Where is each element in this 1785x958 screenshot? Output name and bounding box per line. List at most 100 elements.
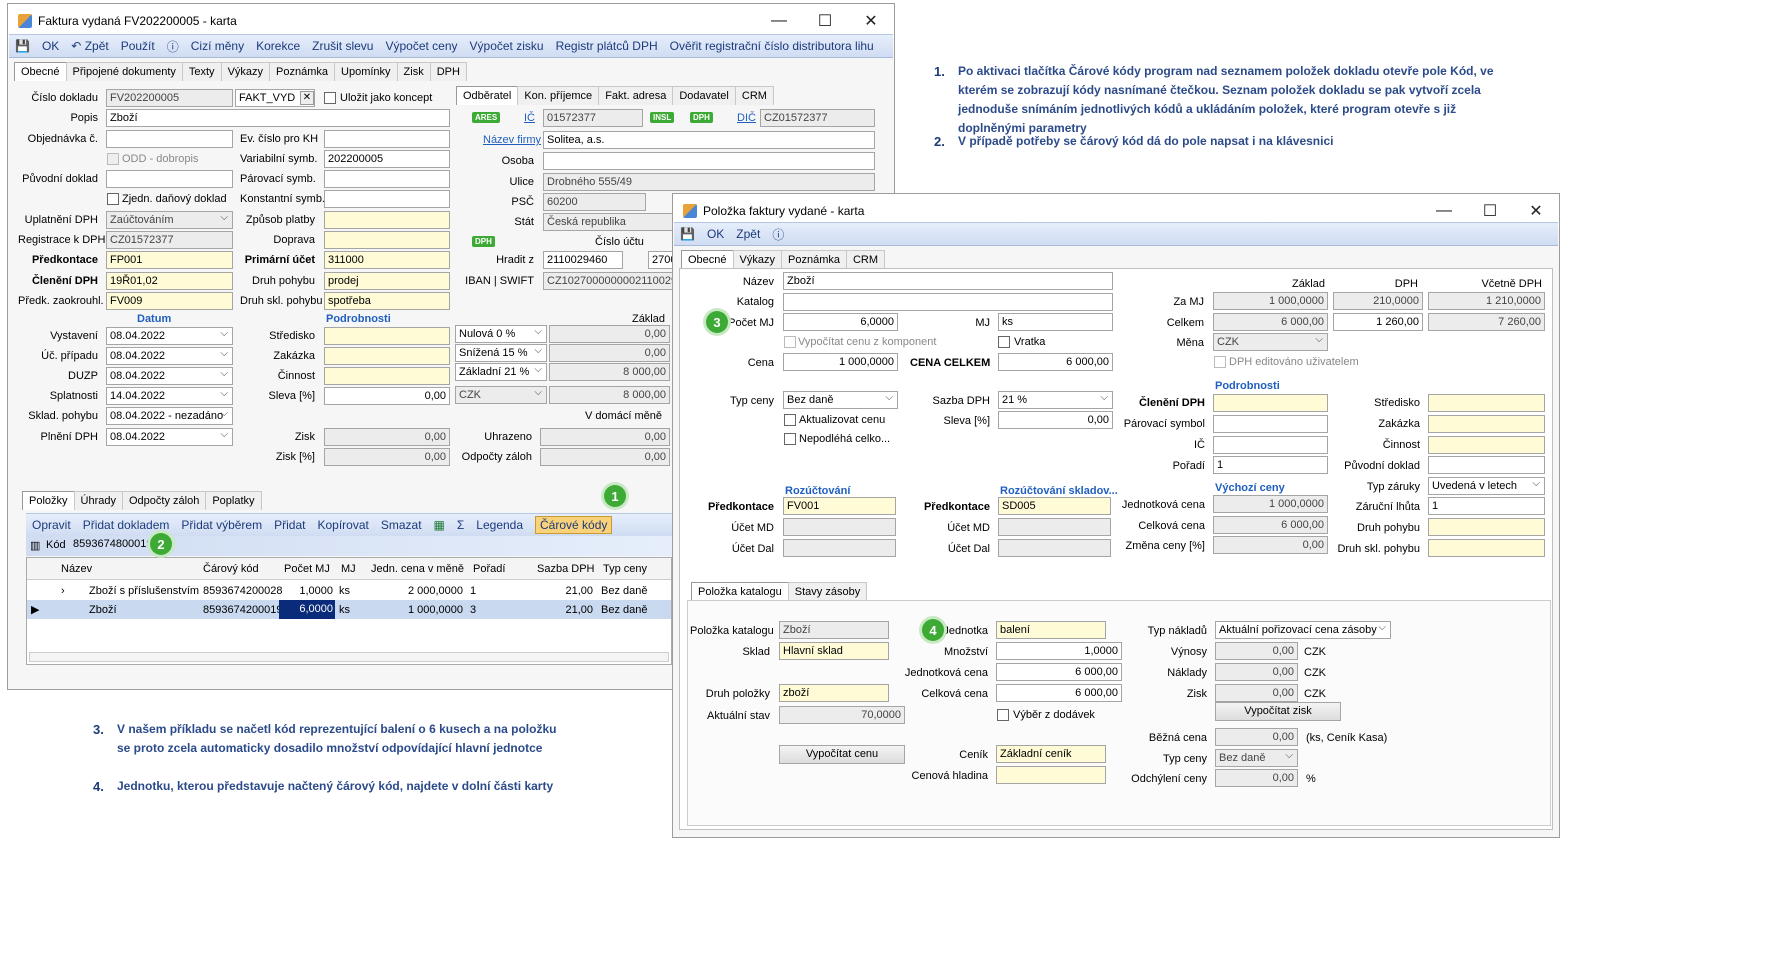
cena-field[interactable]: 1 000,0000 (783, 353, 898, 371)
carove-kody-button[interactable]: Čárové kódy (535, 516, 613, 534)
katalog-field[interactable] (783, 293, 1113, 311)
ares-badge[interactable]: ARES (472, 112, 501, 123)
naklady-field[interactable]: 0,00 (1215, 663, 1298, 681)
uplatneni-select[interactable]: Zaúčtováním (106, 211, 233, 229)
dph-badge-2[interactable]: DPH (472, 236, 495, 247)
col-sazba[interactable]: Sazba DPH (537, 563, 594, 575)
help-icon[interactable]: ⓘ (167, 38, 179, 55)
uc-pripadu-field[interactable]: 08.04.2022 (106, 347, 233, 365)
nazev-firmy-link[interactable]: Název firmy (483, 134, 541, 146)
vat-base-3[interactable]: 8 000,00 (549, 363, 670, 381)
zisk-pct-field[interactable]: 0,00 (324, 448, 450, 466)
predkontace2-field[interactable]: SD005 (998, 497, 1111, 515)
pridat-button[interactable]: Přidat (274, 518, 305, 532)
predkontace-field[interactable]: FV001 (783, 497, 896, 515)
legenda-button[interactable]: Legenda (476, 518, 523, 532)
cenik-field[interactable]: Základní ceník (996, 745, 1106, 763)
stredisko-field[interactable] (324, 327, 450, 345)
druh-skl-field[interactable] (1428, 539, 1545, 557)
excel-icon[interactable]: ▦ (434, 518, 445, 532)
opravit-button[interactable]: Opravit (32, 518, 71, 532)
tab-uhrady[interactable]: Úhrady (73, 491, 123, 510)
vyber-checkbox[interactable] (997, 709, 1009, 721)
expand-icon[interactable]: › (61, 585, 65, 597)
vystaveni-field[interactable]: 08.04.2022 (106, 327, 233, 345)
smazat-button[interactable]: Smazat (381, 518, 422, 532)
predkontace-field[interactable]: FP001 (106, 251, 233, 269)
tab-obecne[interactable]: Obecné (681, 250, 734, 269)
currency-select[interactable]: CZK (455, 386, 547, 404)
tab-polozky[interactable]: Položky (22, 491, 75, 510)
aktualizovat-checkbox[interactable] (784, 414, 796, 426)
tab-zisk[interactable]: Zisk (396, 62, 431, 81)
cena-celkem-field[interactable]: 6 000,00 (998, 353, 1113, 371)
zjedn-checkbox[interactable] (107, 193, 119, 205)
vypocet-ceny-button[interactable]: Výpočet ceny (385, 39, 457, 53)
celkem-zaklad[interactable]: 6 000,00 (1213, 313, 1328, 331)
za-mj-vcetne[interactable]: 1 210,0000 (1428, 292, 1545, 310)
vat-base-1[interactable]: 0,00 (549, 325, 670, 343)
doprava-field[interactable] (324, 231, 450, 249)
ucet-dal-field[interactable] (783, 539, 896, 557)
jednotka-field[interactable]: balení (996, 621, 1106, 639)
dph-badge[interactable]: DPH (690, 112, 713, 123)
puvodni-field[interactable] (106, 170, 233, 188)
currency-total[interactable]: 8 000,00 (549, 386, 670, 404)
duzp-field[interactable]: 08.04.2022 (106, 367, 233, 385)
polozka-field[interactable]: Zboží (779, 621, 889, 639)
zakazka-field[interactable] (324, 347, 450, 365)
vat-rate-2[interactable]: Snížená 15 % (455, 344, 547, 362)
ic-link[interactable]: IČ (524, 112, 535, 124)
primarni-field[interactable]: 311000 (324, 251, 450, 269)
k-jedn-cena-field[interactable]: 6 000,00 (996, 663, 1122, 681)
osoba-field[interactable] (543, 152, 875, 170)
ic-field[interactable] (1213, 436, 1328, 454)
pocet-field[interactable]: 6,0000 (783, 313, 898, 331)
kod-input[interactable]: 8593674800019 (70, 536, 200, 554)
tab-dph[interactable]: DPH (429, 62, 467, 81)
iban-field[interactable]: CZ1027000000002110029460 (543, 272, 683, 290)
var-symb-field[interactable]: 202200005 (324, 150, 450, 168)
zmena-field[interactable]: 0,00 (1213, 536, 1328, 554)
popis-field[interactable]: Zboží (106, 109, 450, 127)
stredisko-field[interactable] (1428, 394, 1545, 412)
undo-button[interactable]: Zpět (736, 227, 760, 241)
mnozstvi-field[interactable]: 1,0000 (996, 642, 1122, 660)
col-pocet[interactable]: Počet MJ (284, 563, 330, 575)
vat-base-2[interactable]: 0,00 (549, 344, 670, 362)
ucet-dal2-field[interactable] (998, 539, 1111, 557)
close-icon[interactable]: ✕ (848, 4, 894, 38)
insl-badge[interactable]: INSL (650, 112, 675, 123)
zrusit-slevu-button[interactable]: Zrušit slevu (312, 39, 373, 53)
zakazka-field[interactable] (1428, 415, 1545, 433)
vypocet-zisku-button[interactable]: Výpočet zisku (470, 39, 544, 53)
druh-skl-field[interactable]: spotřeba (324, 292, 450, 310)
dic-field[interactable]: CZ01572377 (760, 109, 875, 127)
hladina-field[interactable] (996, 766, 1106, 784)
overit-button[interactable]: Ověřit registrační číslo distributora li… (670, 39, 874, 53)
sklad-field[interactable]: Hlavní sklad (779, 642, 889, 660)
parovaci-field[interactable] (1213, 415, 1328, 433)
ok-button[interactable]: OK (42, 39, 59, 53)
sklad-pohybu-field[interactable]: 08.04.2022 - nezadáno (106, 407, 233, 425)
odchyleni-field[interactable]: 0,00 (1215, 769, 1298, 787)
cell-pocet[interactable]: 6,0000 (279, 600, 335, 619)
druh-pohybu-field[interactable]: prodej (324, 272, 450, 290)
parovaci-field[interactable] (324, 170, 450, 188)
za-mj-dph[interactable]: 210,0000 (1333, 292, 1423, 310)
col-typ-ceny[interactable]: Typ ceny (603, 563, 647, 575)
zarucni-field[interactable]: 1 (1428, 497, 1545, 515)
stat-field[interactable]: Česká republika (543, 213, 683, 231)
cleneni-field[interactable]: 19Ř01,02 (106, 272, 233, 290)
help-icon[interactable]: ⓘ (772, 226, 784, 243)
tab-poznamka[interactable]: Poznámka (781, 250, 847, 269)
puvodni-field[interactable] (1428, 456, 1545, 474)
hradit-field[interactable]: 2110029460 (543, 251, 623, 269)
col-jedn-cena[interactable]: Jedn. cena v měně (371, 563, 464, 575)
konst-field[interactable] (324, 190, 450, 208)
col-mj[interactable]: MJ (341, 563, 356, 575)
ucet-md2-field[interactable] (998, 518, 1111, 536)
jedn-cena-field[interactable]: 1 000,0000 (1213, 495, 1328, 513)
col-carovy-kod[interactable]: Čárový kód (203, 563, 259, 575)
tab-poplatky[interactable]: Poplatky (205, 491, 262, 510)
